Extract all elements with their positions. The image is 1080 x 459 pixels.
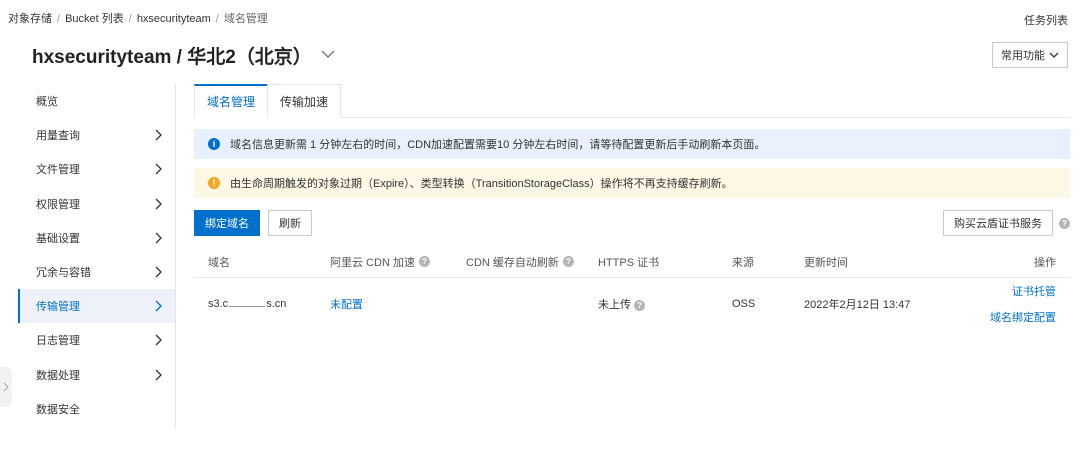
domain-suffix: s.cn — [266, 298, 287, 310]
sidebar-item-data-security[interactable]: 数据安全 — [18, 392, 175, 426]
redaction-mask — [229, 299, 266, 307]
ops-cell: 证书托管 域名绑定配置 — [984, 283, 1070, 325]
sidebar-item-label: 基础设置 — [36, 232, 80, 245]
warning-alert-text: 由生命周期触发的对象过期（Expire）、类型转换（TransitionStor… — [230, 178, 733, 190]
sidebar-item-label: 概览 — [36, 96, 58, 109]
bind-domain-button[interactable]: 绑定域名 — [194, 210, 260, 236]
header-auto-refresh-label: CDN 缓存自动刷新 — [466, 256, 559, 269]
info-icon: i — [208, 138, 220, 150]
info-alert: i 域名信息更新需 1 分钟左右的时间，CDN加速配置需要10 分钟左右时间，请… — [194, 129, 1070, 159]
breadcrumb-object-storage[interactable]: 对象存储 — [8, 13, 52, 25]
header-auto-refresh: CDN 缓存自动刷新? — [466, 254, 598, 270]
breadcrumb-separator: / — [215, 13, 219, 25]
table-row: s3.c s.cn 未配置 未上传 ? OSS 2022年2月12日 13:47 … — [194, 278, 1070, 330]
header-updated: 更新时间 — [804, 256, 848, 269]
tab-transfer-acceleration[interactable]: 传输加速 — [267, 84, 342, 118]
table-header: 域名 阿里云 CDN 加速? CDN 缓存自动刷新? HTTPS 证书 来源 更… — [194, 246, 1070, 278]
common-functions-label: 常用功能 — [1001, 50, 1045, 62]
chevron-right-icon — [3, 382, 9, 392]
help-icon[interactable]: ? — [634, 300, 646, 311]
chevron-right-icon — [155, 300, 162, 312]
breadcrumb: 对象存储 / Bucket 列表 / hxsecurityteam / 域名管理 — [8, 10, 268, 26]
help-icon[interactable]: ? — [1059, 217, 1070, 229]
chevron-right-icon — [155, 369, 162, 381]
breadcrumb-separator: / — [57, 13, 61, 25]
warning-icon: ! — [208, 177, 220, 189]
header-cdn-label: 阿里云 CDN 加速 — [330, 256, 415, 269]
chevron-right-icon — [155, 232, 162, 244]
help-icon[interactable]: ? — [562, 256, 574, 267]
breadcrumb-current: 域名管理 — [223, 13, 268, 25]
warning-alert: ! 由生命周期触发的对象过期（Expire）、类型转换（TransitionSt… — [194, 168, 1070, 198]
sidebar-item-transfer[interactable]: 传输管理 — [18, 289, 175, 324]
tab-bar: 域名管理 传输加速 — [194, 84, 1070, 118]
sidebar-item-label: 冗余与容错 — [36, 267, 91, 280]
sidebar-item-permissions[interactable]: 权限管理 — [18, 187, 175, 221]
sidebar-item-label: 日志管理 — [36, 335, 80, 348]
header-domain: 域名 — [208, 256, 230, 269]
chevron-right-icon — [155, 334, 162, 346]
info-alert-text: 域名信息更新需 1 分钟左右的时间，CDN加速配置需要10 分钟左右时间，请等待… — [230, 139, 766, 151]
chevron-right-icon — [155, 266, 162, 278]
breadcrumb-separator: / — [128, 13, 132, 25]
sidebar-item-label: 传输管理 — [36, 301, 80, 314]
domain-cell: s3.c s.cn — [194, 298, 330, 310]
page-title: hxsecurityteam / 华北2（北京） — [32, 47, 312, 68]
cdn-cell: 未配置 — [330, 296, 466, 312]
help-icon[interactable]: ? — [418, 256, 430, 267]
buy-cert-button[interactable]: 购买云盾证书服务 — [943, 210, 1053, 236]
sidebar-item-label: 用量查询 — [36, 130, 80, 143]
sidebar-item-label: 权限管理 — [36, 198, 80, 211]
header-source: 来源 — [732, 256, 754, 269]
cert-hosting-link[interactable]: 证书托管 — [1012, 283, 1056, 299]
sidebar-item-label: 数据安全 — [36, 403, 80, 416]
chevron-right-icon — [155, 164, 162, 175]
sidebar-item-data-processing[interactable]: 数据处理 — [18, 358, 175, 392]
https-status: 未上传 — [598, 299, 631, 311]
chevron-right-icon — [155, 198, 162, 210]
tab-domain-management[interactable]: 域名管理 — [194, 84, 269, 118]
domain-prefix: s3.c — [208, 298, 229, 310]
common-functions-button[interactable]: 常用功能 — [992, 42, 1068, 68]
sidebar-collapse-handle[interactable] — [0, 367, 12, 407]
sidebar-item-usage[interactable]: 用量查询 — [18, 118, 175, 152]
breadcrumb-bucket[interactable]: hxsecurityteam — [137, 13, 211, 25]
sidebar-item-label: 数据处理 — [36, 369, 80, 382]
chevron-right-icon — [155, 129, 162, 141]
domain-table: 域名 阿里云 CDN 加速? CDN 缓存自动刷新? HTTPS 证书 来源 更… — [194, 246, 1070, 330]
header-cdn: 阿里云 CDN 加速? — [330, 254, 466, 270]
cdn-configure-link[interactable]: 未配置 — [330, 299, 363, 311]
breadcrumb-bucket-list[interactable]: Bucket 列表 — [65, 13, 124, 25]
main-content: 域名管理 传输加速 i 域名信息更新需 1 分钟左右的时间，CDN加速配置需要1… — [194, 84, 1070, 330]
sidebar-item-redundancy[interactable]: 冗余与容错 — [18, 255, 175, 289]
refresh-button[interactable]: 刷新 — [268, 210, 312, 236]
task-list-link[interactable]: 任务列表 — [1024, 12, 1068, 28]
sidebar-item-logs[interactable]: 日志管理 — [18, 323, 175, 357]
sidebar: 概览 用量查询 文件管理 权限管理 基础设置 冗余与容错 传输管理 日志管理 数… — [18, 84, 176, 429]
header-ops: 操作 — [1034, 256, 1056, 269]
toolbar: 绑定域名 刷新 购买云盾证书服务 ? — [194, 210, 1070, 236]
sidebar-item-basic-settings[interactable]: 基础设置 — [18, 221, 175, 255]
https-cell: 未上传 ? — [598, 296, 732, 312]
domain-binding-config-link[interactable]: 域名绑定配置 — [990, 309, 1056, 325]
sidebar-item-overview[interactable]: 概览 — [18, 84, 175, 118]
chevron-down-icon — [1049, 52, 1059, 58]
region-chevron-down-icon[interactable] — [318, 44, 338, 64]
header-https: HTTPS 证书 — [598, 256, 660, 269]
updated-cell: 2022年2月12日 13:47 — [804, 299, 911, 311]
source-cell: OSS — [732, 298, 756, 310]
sidebar-item-label: 文件管理 — [36, 164, 80, 177]
buy-cert-group: 购买云盾证书服务 ? — [943, 210, 1070, 236]
sidebar-item-files[interactable]: 文件管理 — [18, 152, 175, 186]
